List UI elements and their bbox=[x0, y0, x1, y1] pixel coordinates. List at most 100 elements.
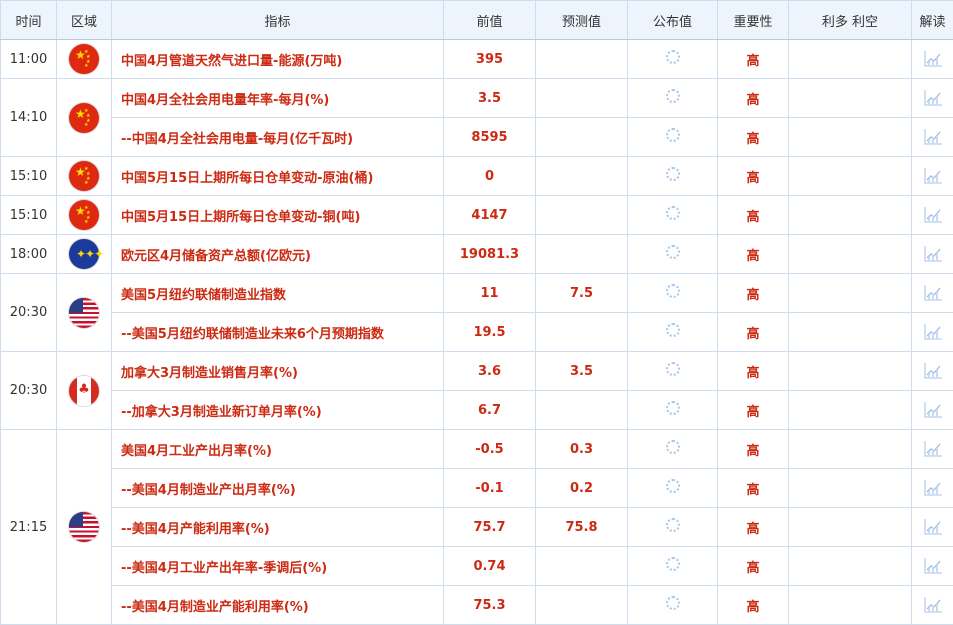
chart-analysis-icon bbox=[923, 206, 943, 224]
importance-value: 高 bbox=[718, 547, 789, 586]
analysis-link[interactable] bbox=[912, 547, 953, 586]
analysis-link[interactable] bbox=[912, 313, 953, 352]
indicator-name[interactable]: 中国5月15日上期所每日仓单变动-原油(桶) bbox=[112, 157, 444, 196]
indicator-name[interactable]: 加拿大3月制造业销售月率(%) bbox=[112, 352, 444, 391]
indicator-name[interactable]: 中国4月管道天然气进口量-能源(万吨) bbox=[112, 40, 444, 79]
indicator-name[interactable]: --中国4月全社会用电量-每月(亿千瓦时) bbox=[112, 118, 444, 157]
importance-value: 高 bbox=[718, 352, 789, 391]
previous-value: 8595 bbox=[444, 118, 536, 157]
header-row: 时间 区域 指标 前值 预测值 公布值 重要性 利多 利空 解读 bbox=[1, 1, 953, 40]
indicator-name[interactable]: --美国4月产能利用率(%) bbox=[112, 508, 444, 547]
header-impact[interactable]: 利多 利空 bbox=[789, 1, 912, 40]
china-flag-icon: ★★★★★ bbox=[69, 161, 99, 191]
forecast-value bbox=[536, 196, 628, 235]
loading-spinner-icon bbox=[666, 206, 680, 220]
actual-value bbox=[628, 274, 718, 313]
chart-analysis-icon bbox=[923, 401, 943, 419]
impact-cell bbox=[789, 547, 912, 586]
importance-value: 高 bbox=[718, 118, 789, 157]
indicator-name[interactable]: 美国4月工业产出月率(%) bbox=[112, 430, 444, 469]
chart-analysis-icon bbox=[923, 167, 943, 185]
actual-value bbox=[628, 40, 718, 79]
indicator-name[interactable]: --美国5月纽约联储制造业未来6个月预期指数 bbox=[112, 313, 444, 352]
analysis-link[interactable] bbox=[912, 586, 953, 625]
indicator-name[interactable]: 欧元区4月储备资产总额(亿欧元) bbox=[112, 235, 444, 274]
actual-value bbox=[628, 586, 718, 625]
chart-analysis-icon bbox=[923, 284, 943, 302]
importance-value: 高 bbox=[718, 430, 789, 469]
indicator-name[interactable]: 中国4月全社会用电量年率-每月(%) bbox=[112, 79, 444, 118]
previous-value: -0.5 bbox=[444, 430, 536, 469]
analysis-link[interactable] bbox=[912, 196, 953, 235]
previous-value: 75.7 bbox=[444, 508, 536, 547]
impact-cell bbox=[789, 118, 912, 157]
forecast-value: 0.3 bbox=[536, 430, 628, 469]
indicator-name[interactable]: 美国5月纽约联储制造业指数 bbox=[112, 274, 444, 313]
previous-value: 0.74 bbox=[444, 547, 536, 586]
previous-value: 19.5 bbox=[444, 313, 536, 352]
chart-analysis-icon bbox=[923, 479, 943, 497]
previous-value: 3.5 bbox=[444, 79, 536, 118]
chart-analysis-icon bbox=[923, 440, 943, 458]
analysis-link[interactable] bbox=[912, 235, 953, 274]
importance-value: 高 bbox=[718, 469, 789, 508]
analysis-link[interactable] bbox=[912, 40, 953, 79]
analysis-link[interactable] bbox=[912, 274, 953, 313]
loading-spinner-icon bbox=[666, 596, 680, 610]
event-time: 11:00 bbox=[1, 40, 57, 79]
loading-spinner-icon bbox=[666, 128, 680, 142]
impact-cell bbox=[789, 40, 912, 79]
header-region[interactable]: 区域 bbox=[57, 1, 112, 40]
header-forecast[interactable]: 预测值 bbox=[536, 1, 628, 40]
analysis-link[interactable] bbox=[912, 79, 953, 118]
header-time[interactable]: 时间 bbox=[1, 1, 57, 40]
header-actual[interactable]: 公布值 bbox=[628, 1, 718, 40]
analysis-link[interactable] bbox=[912, 430, 953, 469]
event-time: 20:30 bbox=[1, 274, 57, 352]
header-indicator[interactable]: 指标 bbox=[112, 1, 444, 40]
loading-spinner-icon bbox=[666, 284, 680, 298]
loading-spinner-icon bbox=[666, 518, 680, 532]
indicator-name[interactable]: --美国4月制造业产能利用率(%) bbox=[112, 586, 444, 625]
analysis-link[interactable] bbox=[912, 391, 953, 430]
previous-value: 0 bbox=[444, 157, 536, 196]
loading-spinner-icon bbox=[666, 245, 680, 259]
header-analysis[interactable]: 解读 bbox=[912, 1, 953, 40]
region-flag: ★★★★★ bbox=[57, 196, 112, 235]
region-flag: ★★★★★ bbox=[57, 157, 112, 196]
table-row: --美国4月制造业产出月率(%)-0.10.2高 bbox=[1, 469, 953, 508]
previous-value: 19081.3 bbox=[444, 235, 536, 274]
forecast-value bbox=[536, 79, 628, 118]
indicator-name[interactable]: --美国4月工业产出年率-季调后(%) bbox=[112, 547, 444, 586]
analysis-link[interactable] bbox=[912, 157, 953, 196]
chart-analysis-icon bbox=[923, 362, 943, 380]
analysis-link[interactable] bbox=[912, 508, 953, 547]
header-previous[interactable]: 前值 bbox=[444, 1, 536, 40]
table-row: --美国4月工业产出年率-季调后(%)0.74 高 bbox=[1, 547, 953, 586]
event-time: 21:15 bbox=[1, 430, 57, 625]
actual-value bbox=[628, 235, 718, 274]
table-row: 15:10★★★★★中国5月15日上期所每日仓单变动-原油(桶)0高 bbox=[1, 157, 953, 196]
actual-value bbox=[628, 430, 718, 469]
loading-spinner-icon bbox=[666, 323, 680, 337]
header-importance[interactable]: 重要性 bbox=[718, 1, 789, 40]
impact-cell bbox=[789, 352, 912, 391]
region-flag: ★★★★★ bbox=[57, 40, 112, 79]
region-flag: ✦✦✦ bbox=[57, 235, 112, 274]
loading-spinner-icon bbox=[666, 50, 680, 64]
chart-analysis-icon bbox=[923, 323, 943, 341]
impact-cell bbox=[789, 430, 912, 469]
importance-value: 高 bbox=[718, 313, 789, 352]
previous-value: -0.1 bbox=[444, 469, 536, 508]
previous-value: 3.6 bbox=[444, 352, 536, 391]
forecast-value bbox=[536, 40, 628, 79]
table-row: 20:30美国5月纽约联储制造业指数117.5高 bbox=[1, 274, 953, 313]
analysis-link[interactable] bbox=[912, 469, 953, 508]
indicator-name[interactable]: --加拿大3月制造业新订单月率(%) bbox=[112, 391, 444, 430]
indicator-name[interactable]: --美国4月制造业产出月率(%) bbox=[112, 469, 444, 508]
indicator-name[interactable]: 中国5月15日上期所每日仓单变动-铜(吨) bbox=[112, 196, 444, 235]
loading-spinner-icon bbox=[666, 401, 680, 415]
importance-value: 高 bbox=[718, 235, 789, 274]
analysis-link[interactable] bbox=[912, 118, 953, 157]
analysis-link[interactable] bbox=[912, 352, 953, 391]
